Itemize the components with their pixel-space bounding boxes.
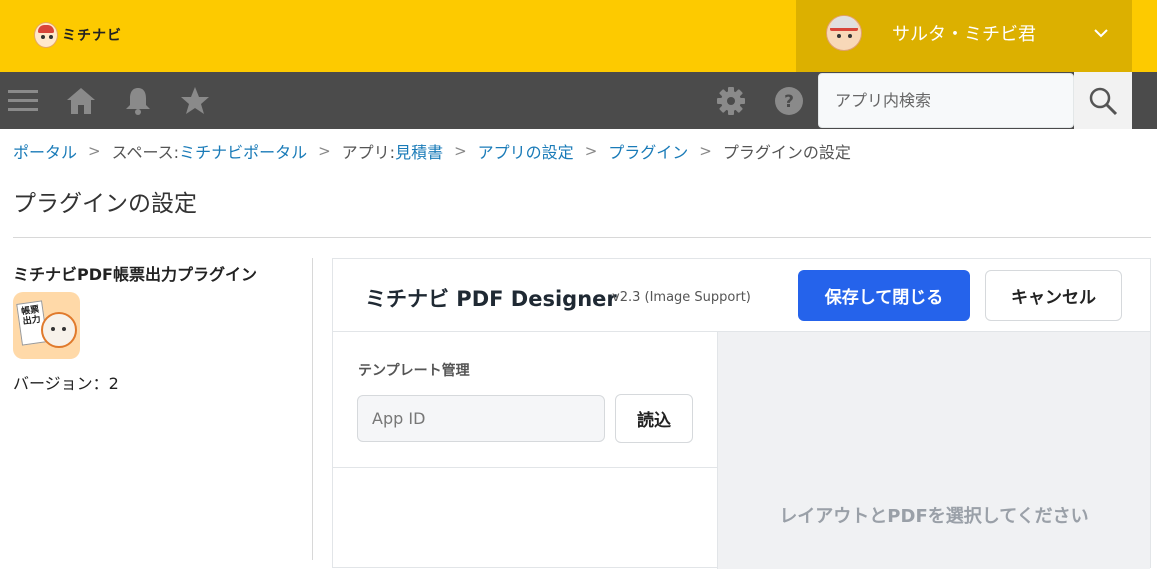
- breadcrumb-app-prefix: アプリ:: [341, 143, 396, 162]
- divider: [312, 258, 313, 560]
- svg-text:?: ?: [784, 92, 794, 112]
- save-and-close-button[interactable]: 保存して閉じる: [798, 270, 970, 321]
- breadcrumb-separator: >: [584, 142, 598, 160]
- preview-empty-message: レイアウトとPDFを選択してください: [779, 506, 1089, 527]
- breadcrumb-portal-link[interactable]: ポータル: [13, 139, 77, 163]
- plugin-icon: 帳票出力: [13, 292, 80, 359]
- breadcrumb-plugins-link[interactable]: プラグイン: [608, 139, 688, 163]
- breadcrumb-separator: >: [454, 142, 467, 160]
- cat-mascot-icon: [41, 312, 77, 348]
- breadcrumb-separator: >: [699, 142, 712, 160]
- plugin-version: バージョン：2: [13, 374, 119, 393]
- user-menu[interactable]: サルタ・ミチビ君: [796, 0, 1132, 72]
- chevron-down-icon: [1094, 29, 1108, 38]
- breadcrumb: ポータル > スペース: ミチナビポータル > アプリ: 見積書 > アプリの設…: [13, 139, 851, 163]
- app-id-input[interactable]: [357, 395, 605, 442]
- template-management-section: テンプレート管理 読込: [333, 332, 717, 468]
- breadcrumb-space-link[interactable]: ミチナビポータル: [179, 139, 307, 163]
- bell-icon[interactable]: [123, 86, 153, 116]
- pdf-designer-panel: ミチナビ PDF Designer v2.3 (Image Support) 保…: [332, 258, 1151, 569]
- divider: [13, 237, 1151, 238]
- designer-version: v2.3 (Image Support): [612, 290, 751, 305]
- designer-sidebar: テンプレート管理 読込: [333, 332, 718, 569]
- search-button[interactable]: [1074, 72, 1132, 129]
- cancel-button[interactable]: キャンセル: [985, 270, 1122, 321]
- breadcrumb-app-link[interactable]: 見積書: [395, 139, 443, 163]
- breadcrumb-space-prefix: スペース:: [111, 143, 180, 162]
- help-icon[interactable]: ?: [774, 86, 804, 116]
- designer-title: ミチナビ PDF Designer: [365, 287, 617, 311]
- breadcrumb-current: プラグインの設定: [722, 143, 851, 162]
- app-search-input[interactable]: [818, 73, 1074, 128]
- home-icon[interactable]: [66, 86, 96, 116]
- preview-area: レイアウトとPDFを選択してください: [718, 332, 1150, 569]
- plugin-name: ミチナビPDF帳票出力プラグイン: [13, 265, 257, 284]
- page-title: プラグインの設定: [13, 191, 197, 217]
- designer-header: ミチナビ PDF Designer v2.3 (Image Support) 保…: [333, 259, 1150, 332]
- search-icon: [1089, 87, 1118, 115]
- breadcrumb-separator: >: [88, 142, 101, 160]
- logo-text: ミチナビ: [62, 28, 122, 44]
- breadcrumb-separator: >: [318, 142, 331, 160]
- load-button[interactable]: 読込: [615, 394, 693, 443]
- user-avatar: [826, 15, 862, 51]
- logo-mascot-icon: [34, 22, 58, 48]
- logo[interactable]: ミチナビ: [34, 20, 122, 50]
- top-header: ミチナビ サルタ・ミチビ君: [0, 0, 1157, 72]
- template-section-label: テンプレート管理: [358, 363, 470, 379]
- user-name: サルタ・ミチビ君: [892, 24, 1036, 45]
- star-icon[interactable]: [180, 86, 210, 116]
- gear-icon[interactable]: [716, 86, 746, 116]
- breadcrumb-app-settings-link[interactable]: アプリの設定: [478, 139, 574, 163]
- menu-icon[interactable]: [8, 86, 38, 116]
